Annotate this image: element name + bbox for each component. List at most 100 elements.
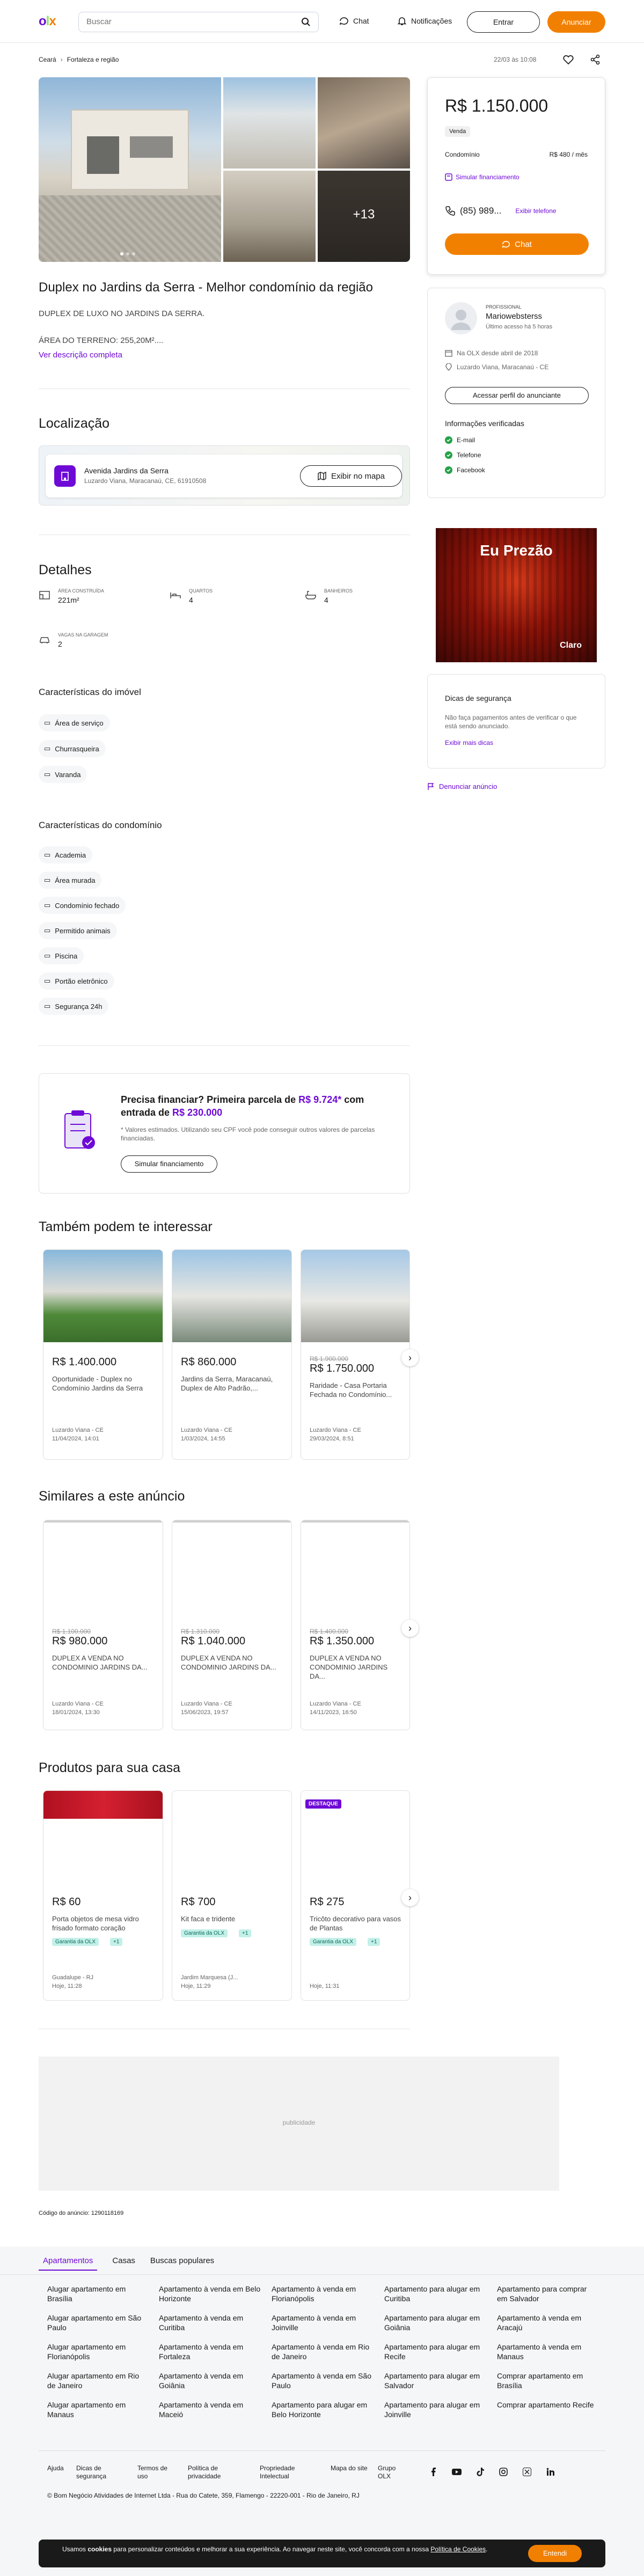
footer-link[interactable]: Alugar apartamento em Florianópolis: [47, 2342, 149, 2361]
footer-bottom-link[interactable]: Grupo OLX: [378, 2464, 410, 2480]
product-card[interactable]: R$ 700 Kit faca e tridente Garantia da O…: [172, 1790, 292, 2001]
card-location: Luzardo Viana - CE: [181, 1701, 232, 1707]
linkedin-icon[interactable]: [546, 2468, 555, 2476]
search-input[interactable]: [86, 17, 290, 26]
footer-bottom-link[interactable]: Ajuda: [47, 2464, 74, 2472]
footer-link[interactable]: Apartamento para alugar em Recife: [384, 2342, 486, 2361]
seller-last-seen: Último acesso há 5 horas: [486, 324, 553, 330]
heart-icon[interactable]: [562, 54, 574, 65]
main-photo[interactable]: [39, 77, 221, 262]
footer-link[interactable]: Apartamento à venda em Curitiba: [159, 2313, 261, 2332]
facebook-icon[interactable]: [429, 2468, 437, 2476]
login-button[interactable]: Entrar: [467, 11, 540, 33]
listing-card[interactable]: R$ 1.400.000 R$ 1.350.000 DUPLEX A VENDA…: [301, 1520, 410, 1730]
chevron-right-icon[interactable]: ›: [401, 1349, 419, 1366]
chat-button[interactable]: Chat: [445, 233, 589, 255]
safety-more-link[interactable]: Exibir mais dicas: [445, 739, 493, 747]
report-listing-link[interactable]: Denunciar anúncio: [427, 782, 497, 791]
listing-card[interactable]: R$ 1.310.000 R$ 1.040.000 DUPLEX A VENDA…: [172, 1520, 292, 1730]
wall-icon: ▭: [44, 876, 51, 884]
show-on-map-button[interactable]: Exibir no mapa: [300, 465, 402, 487]
chat-link[interactable]: Chat: [339, 16, 369, 26]
footer-link[interactable]: Comprar apartamento Recife: [497, 2400, 599, 2410]
footer-link[interactable]: Apartamento para alugar em Salvador: [384, 2371, 486, 2390]
footer-link[interactable]: Apartamento para comprar em Salvador: [497, 2284, 599, 2303]
gallery-photo-more[interactable]: +13: [318, 171, 410, 262]
listing-card[interactable]: R$ 1.100.000 R$ 980.000 DUPLEX A VENDA N…: [43, 1520, 163, 1730]
footer-link[interactable]: Apartamento à venda em Manaus: [497, 2342, 599, 2361]
breadcrumb-item[interactable]: Ceará: [39, 56, 56, 63]
olx-logo[interactable]: olx: [39, 14, 56, 29]
share-icon[interactable]: [589, 54, 601, 65]
avatar[interactable]: [445, 302, 477, 334]
footer-link[interactable]: Alugar apartamento em Manaus: [47, 2400, 149, 2419]
gallery-photo[interactable]: [318, 77, 410, 169]
chevron-right-icon[interactable]: ›: [401, 1889, 419, 1906]
see-full-description-link[interactable]: Ver descrição completa: [39, 350, 122, 360]
footer-link[interactable]: Comprar apartamento em Brasília: [497, 2371, 599, 2390]
gallery-photo[interactable]: [223, 171, 316, 262]
tab-houses[interactable]: Casas: [112, 2256, 135, 2271]
footer-link[interactable]: Apartamento para alugar em Joinville: [384, 2400, 486, 2419]
youtube-icon[interactable]: [452, 2468, 462, 2476]
footer-bottom-link[interactable]: Dicas de segurança: [76, 2464, 114, 2480]
footer-link[interactable]: Apartamento à venda em Maceió: [159, 2400, 261, 2419]
footer-bottom-link[interactable]: Termos de uso: [137, 2464, 175, 2480]
phone-row: (85) 989... Exibir telefone: [445, 206, 557, 216]
footer-link[interactable]: Apartamento à venda em Florianópolis: [272, 2284, 374, 2303]
x-twitter-icon[interactable]: [523, 2468, 531, 2476]
footer-link[interactable]: Alugar apartamento em Brasília: [47, 2284, 149, 2303]
verified-item: Telefone: [445, 451, 481, 459]
tab-apartments[interactable]: Apartamentos: [39, 2256, 98, 2271]
chevron-right-icon[interactable]: ›: [401, 1620, 419, 1637]
footer-bottom-link[interactable]: Mapa do site: [331, 2464, 368, 2472]
footer-link[interactable]: Apartamento para alugar em Curitiba: [384, 2284, 486, 2303]
simulate-financing-link[interactable]: Simular financiamento: [445, 173, 519, 181]
product-card[interactable]: R$ 60 Porta objetos de mesa vidro frisad…: [43, 1790, 163, 2001]
seller-name[interactable]: Mariowebsterss: [486, 312, 542, 321]
announce-button[interactable]: Anunciar: [547, 11, 605, 33]
footer-link[interactable]: Apartamento à venda em São Paulo: [272, 2371, 374, 2390]
footer-bottom-link[interactable]: Propriedade Intelectual: [260, 2464, 311, 2480]
seller-profile-button[interactable]: Acessar perfil do anunciante: [445, 387, 589, 404]
card-location: Luzardo Viana - CE: [181, 1427, 232, 1433]
simulate-financing-button[interactable]: Simular financiamento: [121, 1155, 217, 1173]
gallery-photo[interactable]: [223, 77, 316, 169]
footer-link[interactable]: Apartamento à venda em Rio de Janeiro: [272, 2342, 374, 2361]
breadcrumb-item[interactable]: Fortaleza e região: [67, 56, 119, 63]
listing-card[interactable]: R$ 1.400.000 Oportunidade - Duplex no Co…: [43, 1249, 163, 1460]
seller-location: Luzardo Viana, Maracanaú - CE: [445, 363, 548, 371]
footer-link[interactable]: Apartamento à venda em Goiânia: [159, 2371, 261, 2390]
card-photo: [301, 1250, 409, 1342]
area-icon: [39, 589, 50, 601]
cookie-accept-button[interactable]: Entendi: [528, 2545, 582, 2562]
sidebar-ad[interactable]: Eu Prezão Claro: [436, 528, 597, 662]
verified-label: Facebook: [457, 466, 485, 474]
footer-link[interactable]: Apartamento para alugar em Belo Horizont…: [272, 2400, 374, 2419]
seller-card: PROFISSIONAL Mariowebsterss Último acess…: [427, 288, 605, 498]
instagram-icon[interactable]: [499, 2468, 508, 2476]
condo-label: Condomínio: [445, 151, 480, 158]
footer-bottom-link[interactable]: Política de privacidade: [188, 2464, 236, 2480]
card-date: 15/06/2023, 19:57: [181, 1709, 229, 1716]
listing-card[interactable]: R$ 1.900.000 R$ 1.750.000 Raridade - Cas…: [301, 1249, 410, 1460]
footer-link[interactable]: Apartamento à venda em Fortaleza: [159, 2342, 261, 2361]
footer-link[interactable]: Apartamento à venda em Aracajú: [497, 2313, 599, 2332]
search-icon[interactable]: [301, 17, 311, 27]
detail-value: 221m²: [58, 596, 79, 604]
location-box: Avenida Jardins da Serra Luzardo Viana, …: [46, 455, 402, 497]
show-phone-link[interactable]: Exibir telefone: [516, 207, 557, 215]
detail-value: 4: [324, 596, 328, 604]
footer-link[interactable]: Apartamento para alugar em Goiânia: [384, 2313, 486, 2332]
footer-link[interactable]: Apartamento à venda em Belo Horizonte: [159, 2284, 261, 2303]
tiktok-icon[interactable]: [477, 2468, 484, 2476]
footer-link[interactable]: Alugar apartamento em Rio de Janeiro: [47, 2371, 149, 2390]
cookie-policy-link[interactable]: Política de Cookies: [430, 2545, 486, 2553]
notifications-link[interactable]: Notificações: [397, 16, 452, 26]
listing-card[interactable]: R$ 860.000 Jardins da Serra, Maracanaú, …: [172, 1249, 292, 1460]
footer-link[interactable]: Apartamento à venda em Joinville: [272, 2313, 374, 2332]
footer-link[interactable]: Alugar apartamento em São Paulo: [47, 2313, 149, 2332]
tab-popular-searches[interactable]: Buscas populares: [150, 2256, 214, 2271]
product-card[interactable]: DESTAQUE R$ 275 Tricôto decorativo para …: [301, 1790, 410, 2001]
verified-item: E-mail: [445, 436, 475, 444]
